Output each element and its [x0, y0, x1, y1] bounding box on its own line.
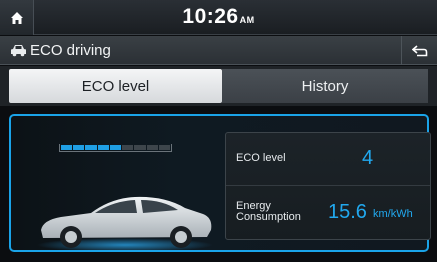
car-illustration: [37, 196, 213, 252]
eco-level-value: 4: [362, 147, 374, 169]
back-button[interactable]: [401, 36, 437, 65]
eco-gauge-segment: [61, 145, 73, 150]
eco-gauge-segment: [122, 145, 134, 150]
status-bar: 10:26AM: [0, 0, 437, 35]
eco-gauge-segment: [85, 145, 97, 150]
energy-consumption-unit: km/kWh: [373, 208, 413, 220]
clock-ampm: AM: [239, 15, 255, 25]
clock: 10:26AM: [0, 5, 437, 29]
energy-consumption-value: 15.6: [328, 201, 367, 223]
clock-time: 10:26: [182, 5, 239, 28]
eco-gauge-segment: [97, 145, 109, 150]
eco-gauge-segment: [109, 145, 122, 150]
eco-gauge-segment: [146, 145, 158, 150]
title-bar: ECO driving: [0, 36, 437, 65]
tab-history[interactable]: History: [222, 69, 428, 103]
eco-gauge-segment: [158, 145, 170, 150]
eco-gauge-segment: [73, 145, 85, 150]
eco-level-row: ECO level 4: [226, 133, 430, 186]
energy-consumption-label: Energy Consumption: [236, 201, 301, 223]
energy-label-line2: Consumption: [236, 211, 301, 223]
back-icon: [411, 44, 427, 56]
energy-consumption-row: Energy Consumption 15.6 km/kWh: [226, 187, 430, 240]
eco-level-label: ECO level: [236, 152, 286, 164]
eco-level-gauge: [59, 144, 172, 152]
tab-bar: ECO level History: [0, 66, 437, 106]
car-icon: [11, 45, 26, 57]
tab-eco-level[interactable]: ECO level: [9, 69, 222, 103]
eco-gauge-segment: [134, 145, 146, 150]
eco-level-panel: ECO level 4 Energy Consumption 15.6 km/kW…: [9, 114, 431, 252]
page-title: ECO driving: [30, 42, 111, 59]
eco-info-card: ECO level 4 Energy Consumption 15.6 km/kW…: [225, 132, 431, 240]
